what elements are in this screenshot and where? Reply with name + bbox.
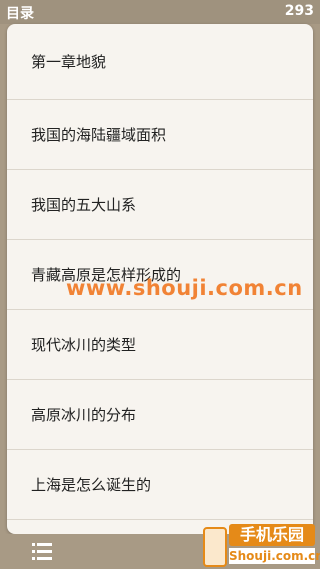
toc-item[interactable]: 上海是怎么诞生的 [7,450,313,520]
logo-title: 手机乐园 [229,524,315,546]
phone-icon [203,527,227,567]
page-count: 293 [284,3,314,19]
toc-item[interactable]: 高原冰川的分布 [7,380,313,450]
page-title: 目录 [6,6,34,22]
toc-item[interactable]: 现代冰川的类型 [7,310,313,380]
toc-item-label: 我国的海陆疆域面积 [31,126,167,144]
toc-item-label: 高原冰川的分布 [31,406,137,424]
logo-url: Shouji.com.cn [229,548,320,564]
list-menu-icon[interactable] [32,543,52,561]
toc-item-label: 我国的五大山系 [31,196,137,214]
toc-item-label: 第一章地貌 [31,53,107,71]
toc-item[interactable]: 我国的海陆疆域面积 [7,100,313,170]
site-logo: 手机乐园 Shouji.com.cn [203,521,320,567]
toc-item-label: 上海是怎么诞生的 [31,476,152,494]
toc-item[interactable]: 第一章地貌 [7,24,313,100]
watermark: www.shouji.com.cn [66,276,303,300]
toc-item[interactable]: 我国的五大山系 [7,170,313,240]
toc-item-label: 现代冰川的类型 [31,336,137,354]
top-bar: 目录 293 [0,0,320,24]
